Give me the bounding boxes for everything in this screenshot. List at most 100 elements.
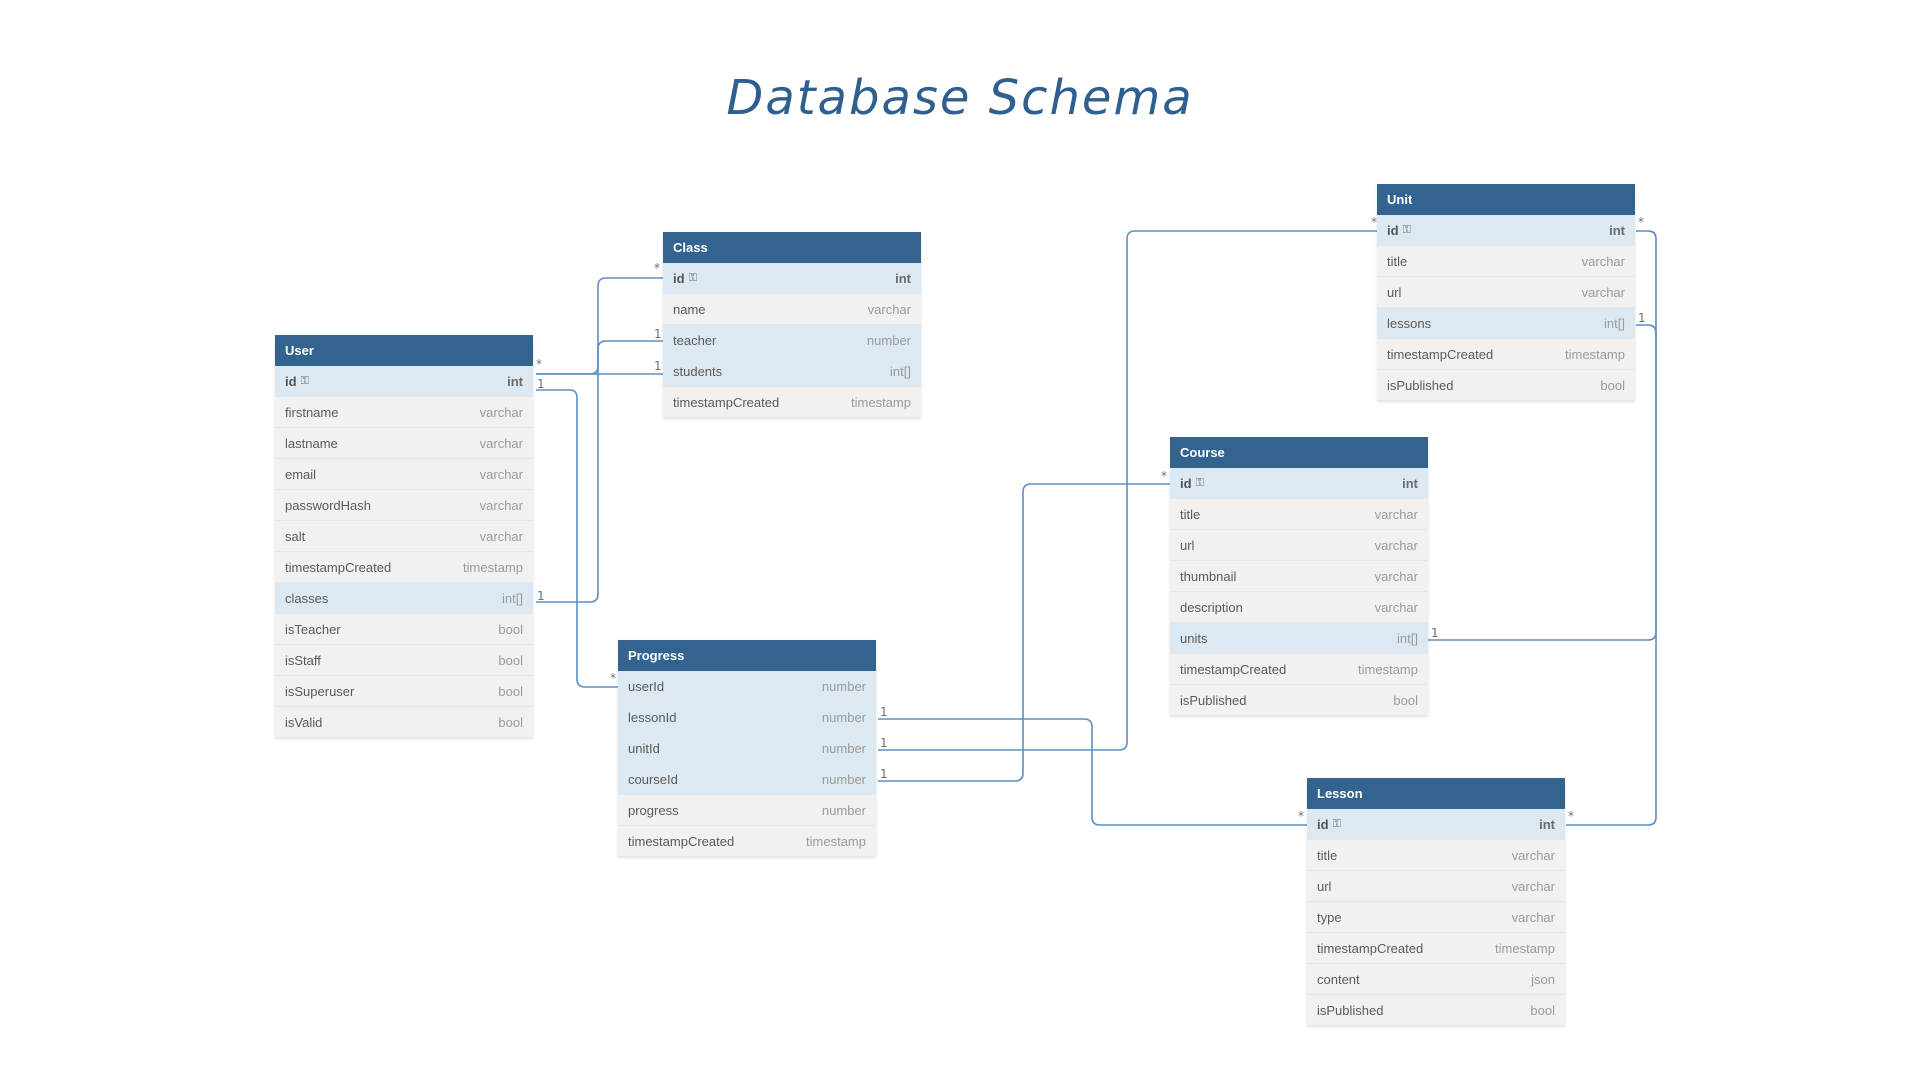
user-field-row[interactable]: id ⚿ int bbox=[275, 366, 533, 397]
course-field-row[interactable]: id ⚿ int bbox=[1170, 468, 1428, 499]
lesson-field-row[interactable]: isPublished bool bbox=[1307, 995, 1565, 1026]
user-field-row[interactable]: classes int[] bbox=[275, 583, 533, 614]
user-field-row[interactable]: email varchar bbox=[275, 459, 533, 490]
field-type: number bbox=[821, 679, 866, 694]
table-course[interactable]: Course id ⚿ int title varchar url varchar thumbn… bbox=[1170, 437, 1428, 716]
course-field-row[interactable]: isPublished bool bbox=[1170, 685, 1428, 716]
rel-progress-lessonid-lesson-id bbox=[878, 718, 1307, 826]
field-type: int bbox=[1609, 223, 1625, 238]
table-unit[interactable]: Unit id ⚿ int title varchar url varchar lessons i… bbox=[1377, 184, 1635, 401]
user-field-row[interactable]: isValid bool bbox=[275, 707, 533, 738]
field-type: varchar bbox=[479, 529, 523, 544]
field-name-group: isValid bbox=[285, 707, 322, 737]
field-name: timestampCreated bbox=[1317, 940, 1424, 956]
field-name-group: timestampCreated bbox=[673, 387, 779, 417]
key-icon: ⚿ bbox=[1332, 817, 1341, 830]
field-name-group: description bbox=[1180, 592, 1243, 622]
field-type: varchar bbox=[1511, 879, 1555, 894]
course-field-row[interactable]: timestampCreated timestamp bbox=[1170, 654, 1428, 685]
field-name-group: lastname bbox=[285, 428, 338, 458]
key-icon: ⚿ bbox=[688, 271, 697, 284]
unit-field-row[interactable]: lessons int[] bbox=[1377, 308, 1635, 339]
lesson-field-row[interactable]: type varchar bbox=[1307, 902, 1565, 933]
progress-field-row[interactable]: timestampCreated timestamp bbox=[618, 826, 876, 857]
class-field-row[interactable]: teacher number bbox=[663, 325, 921, 356]
course-field-row[interactable]: units int[] bbox=[1170, 623, 1428, 654]
user-field-row[interactable]: timestampCreated timestamp bbox=[275, 552, 533, 583]
unit-field-row[interactable]: title varchar bbox=[1377, 246, 1635, 277]
field-name-group: url bbox=[1317, 871, 1331, 901]
rel-user-id-class-teacher bbox=[536, 340, 663, 375]
unit-table-header[interactable]: Unit bbox=[1377, 184, 1635, 215]
user-field-row[interactable]: firstname varchar bbox=[275, 397, 533, 428]
field-name-group: isPublished bbox=[1387, 370, 1454, 400]
unit-field-row[interactable]: isPublished bool bbox=[1377, 370, 1635, 401]
field-type: timestamp bbox=[463, 560, 523, 575]
field-name-group: salt bbox=[285, 521, 305, 551]
course-field-row[interactable]: url varchar bbox=[1170, 530, 1428, 561]
course-field-row[interactable]: title varchar bbox=[1170, 499, 1428, 530]
field-name-group: courseId bbox=[628, 764, 678, 794]
unit-field-row[interactable]: id ⚿ int bbox=[1377, 215, 1635, 246]
field-name: passwordHash bbox=[285, 497, 371, 513]
class-field-row[interactable]: timestampCreated timestamp bbox=[663, 387, 921, 418]
unit-field-row[interactable]: url varchar bbox=[1377, 277, 1635, 308]
lesson-field-row[interactable]: title varchar bbox=[1307, 840, 1565, 871]
user-field-row[interactable]: isSuperuser bool bbox=[275, 676, 533, 707]
field-name-group: timestampCreated bbox=[285, 552, 391, 582]
field-name: lastname bbox=[285, 435, 338, 451]
field-name-group: email bbox=[285, 459, 316, 489]
course-field-row[interactable]: description varchar bbox=[1170, 592, 1428, 623]
field-type: number bbox=[821, 741, 866, 756]
field-type: varchar bbox=[479, 498, 523, 513]
progress-field-row[interactable]: courseId number bbox=[618, 764, 876, 795]
user-table-header[interactable]: User bbox=[275, 335, 533, 366]
card-class-id-many: * bbox=[654, 261, 660, 275]
progress-field-row[interactable]: progress number bbox=[618, 795, 876, 826]
table-class[interactable]: Class id ⚿ int name varchar teacher number stude… bbox=[663, 232, 921, 418]
class-table-header[interactable]: Class bbox=[663, 232, 921, 263]
field-type: int[] bbox=[502, 591, 523, 606]
class-field-row[interactable]: id ⚿ int bbox=[663, 263, 921, 294]
field-name-group: name bbox=[673, 294, 706, 324]
field-name: lessonId bbox=[628, 709, 677, 725]
unit-field-row[interactable]: timestampCreated timestamp bbox=[1377, 339, 1635, 370]
course-table-header[interactable]: Course bbox=[1170, 437, 1428, 468]
progress-field-row[interactable]: unitId number bbox=[618, 733, 876, 764]
user-field-row[interactable]: passwordHash varchar bbox=[275, 490, 533, 521]
field-name: title bbox=[1387, 253, 1408, 269]
table-progress[interactable]: Progress userId number lessonId number unitId… bbox=[618, 640, 876, 857]
table-lesson[interactable]: Lesson id ⚿ int title varchar url varchar type va… bbox=[1307, 778, 1565, 1026]
class-field-row[interactable]: name varchar bbox=[663, 294, 921, 325]
course-field-row[interactable]: thumbnail varchar bbox=[1170, 561, 1428, 592]
user-field-row[interactable]: isStaff bool bbox=[275, 645, 533, 676]
field-name: firstname bbox=[285, 404, 339, 420]
lesson-field-row[interactable]: url varchar bbox=[1307, 871, 1565, 902]
field-type: varchar bbox=[1581, 285, 1625, 300]
lesson-field-row[interactable]: id ⚿ int bbox=[1307, 809, 1565, 840]
table-user[interactable]: User id ⚿ int firstname varchar lastname varcha… bbox=[275, 335, 533, 738]
lesson-field-row[interactable]: content json bbox=[1307, 964, 1565, 995]
user-field-row[interactable]: isTeacher bool bbox=[275, 614, 533, 645]
field-name-group: content bbox=[1317, 964, 1360, 994]
field-name: id bbox=[1317, 816, 1329, 832]
user-field-row[interactable]: salt varchar bbox=[275, 521, 533, 552]
field-name: url bbox=[1317, 878, 1332, 894]
progress-table-header[interactable]: Progress bbox=[618, 640, 876, 671]
field-type: number bbox=[821, 710, 866, 725]
field-type: varchar bbox=[1374, 538, 1418, 553]
field-name-group: passwordHash bbox=[285, 490, 371, 520]
lesson-table-header[interactable]: Lesson bbox=[1307, 778, 1565, 809]
field-type: varchar bbox=[1511, 848, 1555, 863]
lesson-field-row[interactable]: timestampCreated timestamp bbox=[1307, 933, 1565, 964]
progress-field-row[interactable]: lessonId number bbox=[618, 702, 876, 733]
field-name: unitId bbox=[628, 740, 660, 756]
field-name: id bbox=[1180, 475, 1192, 491]
user-field-row[interactable]: lastname varchar bbox=[275, 428, 533, 459]
progress-field-row[interactable]: userId number bbox=[618, 671, 876, 702]
class-field-row[interactable]: students int[] bbox=[663, 356, 921, 387]
card-unit-id-many-right: * bbox=[1638, 215, 1644, 229]
field-name: units bbox=[1180, 630, 1208, 646]
card-course-id-many: * bbox=[1161, 469, 1167, 483]
field-type: bool bbox=[1393, 693, 1418, 708]
